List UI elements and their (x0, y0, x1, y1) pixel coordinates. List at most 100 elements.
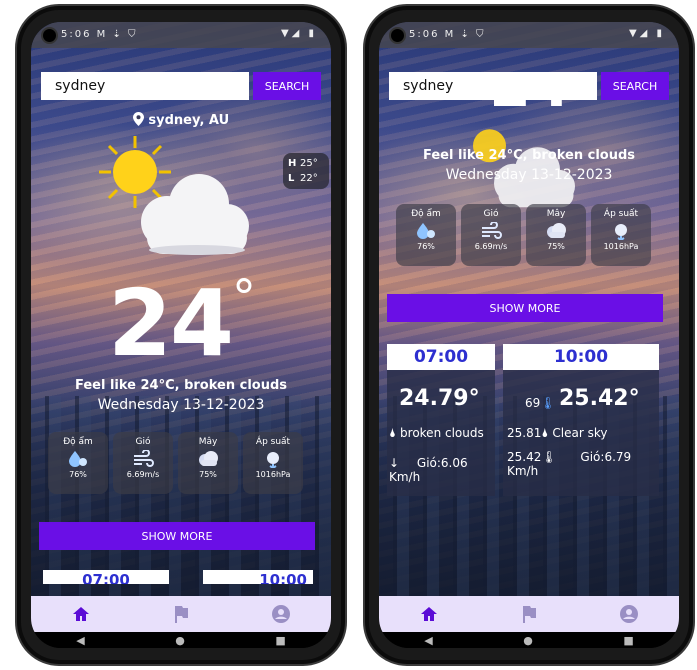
flag-icon[interactable] (171, 604, 191, 624)
forecast-humidity-row: 69🌡 (525, 396, 556, 410)
forecast-wind: Gió:6.06 Km/h (389, 456, 468, 484)
stat-value: 1016hPa (255, 470, 291, 479)
stat-wind: Gió 6.69m/s (461, 204, 521, 266)
status-bar: 5:06 M ⇣ ⛉ ▼◢ ▮ (31, 22, 331, 48)
stat-value: 6.69m/s (126, 470, 160, 479)
thermometer-icon: 🌡 (541, 450, 557, 464)
system-nav: ◀ ● ■ (379, 632, 679, 648)
forecast-wind-row: ↓ Gió:6.06 Km/h (389, 456, 495, 484)
status-right: ▼◢ ▮ (628, 28, 665, 39)
location-pin-icon (132, 112, 149, 128)
forecast-temp: 24.79° (399, 386, 480, 411)
cloud-icon (199, 451, 218, 466)
high-value: 25° (300, 158, 318, 169)
home-button-icon[interactable]: ● (175, 634, 185, 647)
wind-icon (134, 450, 154, 467)
screenshot-canvas: 5:06 M ⇣ ⛉ ▼◢ ▮ SEARCH sydney, AU H25° L… (0, 0, 697, 670)
stats-row: Độ ẩm 76% Gió 6.69m/s Mây 75% Áp suất 10… (48, 432, 303, 494)
search-input[interactable] (41, 72, 249, 100)
stat-label: Độ ẩm (411, 209, 441, 219)
feel-like-text: Feel like 24°C, broken clouds (422, 148, 636, 163)
forecast-card[interactable]: 10:00 69🌡 25.42° 25.81🌢 Clear sky 25.42🌡… (503, 344, 659, 496)
forecast-humidity: 69 (525, 396, 541, 410)
stat-wind: Gió 6.69m/s (113, 432, 173, 494)
background-city (31, 396, 331, 596)
forecast-temp: 25.42° (559, 386, 640, 411)
pressure-icon (615, 224, 627, 240)
stat-label: Mây (546, 209, 566, 219)
wind-icon (482, 222, 502, 239)
forecast-card[interactable]: 07:00 24.79° 🌢 broken clouds ↓ Gió:6.06 … (387, 344, 495, 496)
phone-right: 5:06 M ⇣ ⛉ ▼◢ ▮ SEARCH 24 Feel like 24°C… (363, 4, 695, 666)
stats-row: Độ ẩm 76% Gió 6.69m/s Mây 75% Áp suất 10… (396, 204, 651, 266)
screen-right: 5:06 M ⇣ ⛉ ▼◢ ▮ SEARCH 24 Feel like 24°C… (379, 22, 679, 648)
date-text: Wednesday 13-12-2023 (445, 167, 613, 183)
status-left: 5:06 M ⇣ ⛉ (409, 29, 486, 40)
home-button-icon[interactable]: ● (523, 634, 533, 647)
current-temperature: 24° (31, 270, 331, 377)
home-icon[interactable] (419, 604, 439, 624)
wind-arrow-icon: ↓ (389, 456, 400, 470)
date-text: Wednesday 13-12-2023 (97, 397, 265, 413)
account-icon[interactable] (619, 604, 639, 624)
current-temperature-partial: 24 (379, 72, 679, 106)
location-label: sydney, AU (31, 112, 331, 128)
temperature-unit: ° (232, 270, 256, 326)
stat-value: 76% (69, 470, 87, 479)
stat-value: 76% (417, 242, 435, 251)
stat-value: 6.69m/s (474, 242, 508, 251)
recents-icon[interactable]: ■ (623, 634, 633, 647)
drop-icon: 🌢 (389, 426, 397, 440)
stat-cloud: Mây 75% (526, 204, 586, 266)
back-icon[interactable]: ◀ (76, 634, 84, 647)
stat-label: Gió (135, 437, 151, 447)
forecast-time: 10:00 (203, 570, 313, 584)
low-value: 22° (300, 173, 318, 184)
low-label: L (288, 173, 295, 184)
account-icon[interactable] (271, 604, 291, 624)
stat-value: 1016hPa (603, 242, 639, 251)
sun-cloud-icon (97, 134, 257, 268)
stat-humidity: Độ ẩm 76% (48, 432, 108, 494)
screen-left: 5:06 M ⇣ ⛉ ▼◢ ▮ SEARCH sydney, AU H25° L… (31, 22, 331, 648)
forecast-desc: Clear sky (552, 426, 608, 440)
forecast-min-row: 25.42🌡 Gió:6.79 Km/h (507, 450, 659, 478)
pressure-icon (267, 452, 279, 468)
forecast-desc-row: 🌢 broken clouds (389, 426, 484, 441)
forecast-feel: 25.81 (507, 426, 542, 440)
cloud-icon (547, 223, 566, 238)
feel-like-text: Feel like 24°C, broken clouds (74, 378, 288, 393)
home-icon[interactable] (71, 604, 91, 624)
high-low-badge: H 25° L 22° (283, 153, 329, 189)
stat-value: 75% (547, 242, 565, 251)
drop-icon: 🌢 (541, 426, 549, 440)
bottom-nav (31, 596, 331, 632)
forecast-time: 10:00 (503, 344, 659, 370)
back-icon[interactable]: ◀ (424, 634, 432, 647)
forecast-desc: broken clouds (400, 426, 484, 440)
stat-cloud: Mây 75% (178, 432, 238, 494)
stat-label: Gió (483, 209, 499, 219)
thermometer-icon: 🌡 (540, 396, 556, 410)
forecast-feel-row: 25.81🌢 Clear sky (507, 426, 607, 441)
show-more-button[interactable]: SHOW MORE (387, 294, 663, 322)
temperature-value: 24 (107, 270, 234, 377)
humidity-icon (417, 223, 435, 239)
stat-pressure: Áp suất 1016hPa (243, 432, 303, 494)
stat-label: Áp suất (255, 437, 291, 447)
flag-icon[interactable] (519, 604, 539, 624)
stat-humidity: Độ ẩm 76% (396, 204, 456, 266)
forecast-time: 07:00 (387, 344, 495, 370)
stat-label: Mây (198, 437, 218, 447)
high-label: H (288, 158, 297, 169)
show-more-button[interactable]: SHOW MORE (39, 522, 315, 550)
recents-icon[interactable]: ■ (275, 634, 285, 647)
status-bar: 5:06 M ⇣ ⛉ ▼◢ ▮ (379, 22, 679, 48)
stat-pressure: Áp suất 1016hPa (591, 204, 651, 266)
forecast-card-partial: 10:00 (203, 570, 313, 584)
status-right: ▼◢ ▮ (280, 28, 317, 39)
camera-cutout (41, 27, 58, 44)
search-button[interactable]: SEARCH (253, 72, 321, 100)
phone-left: 5:06 M ⇣ ⛉ ▼◢ ▮ SEARCH sydney, AU H25° L… (15, 4, 347, 666)
bottom-nav (379, 596, 679, 632)
